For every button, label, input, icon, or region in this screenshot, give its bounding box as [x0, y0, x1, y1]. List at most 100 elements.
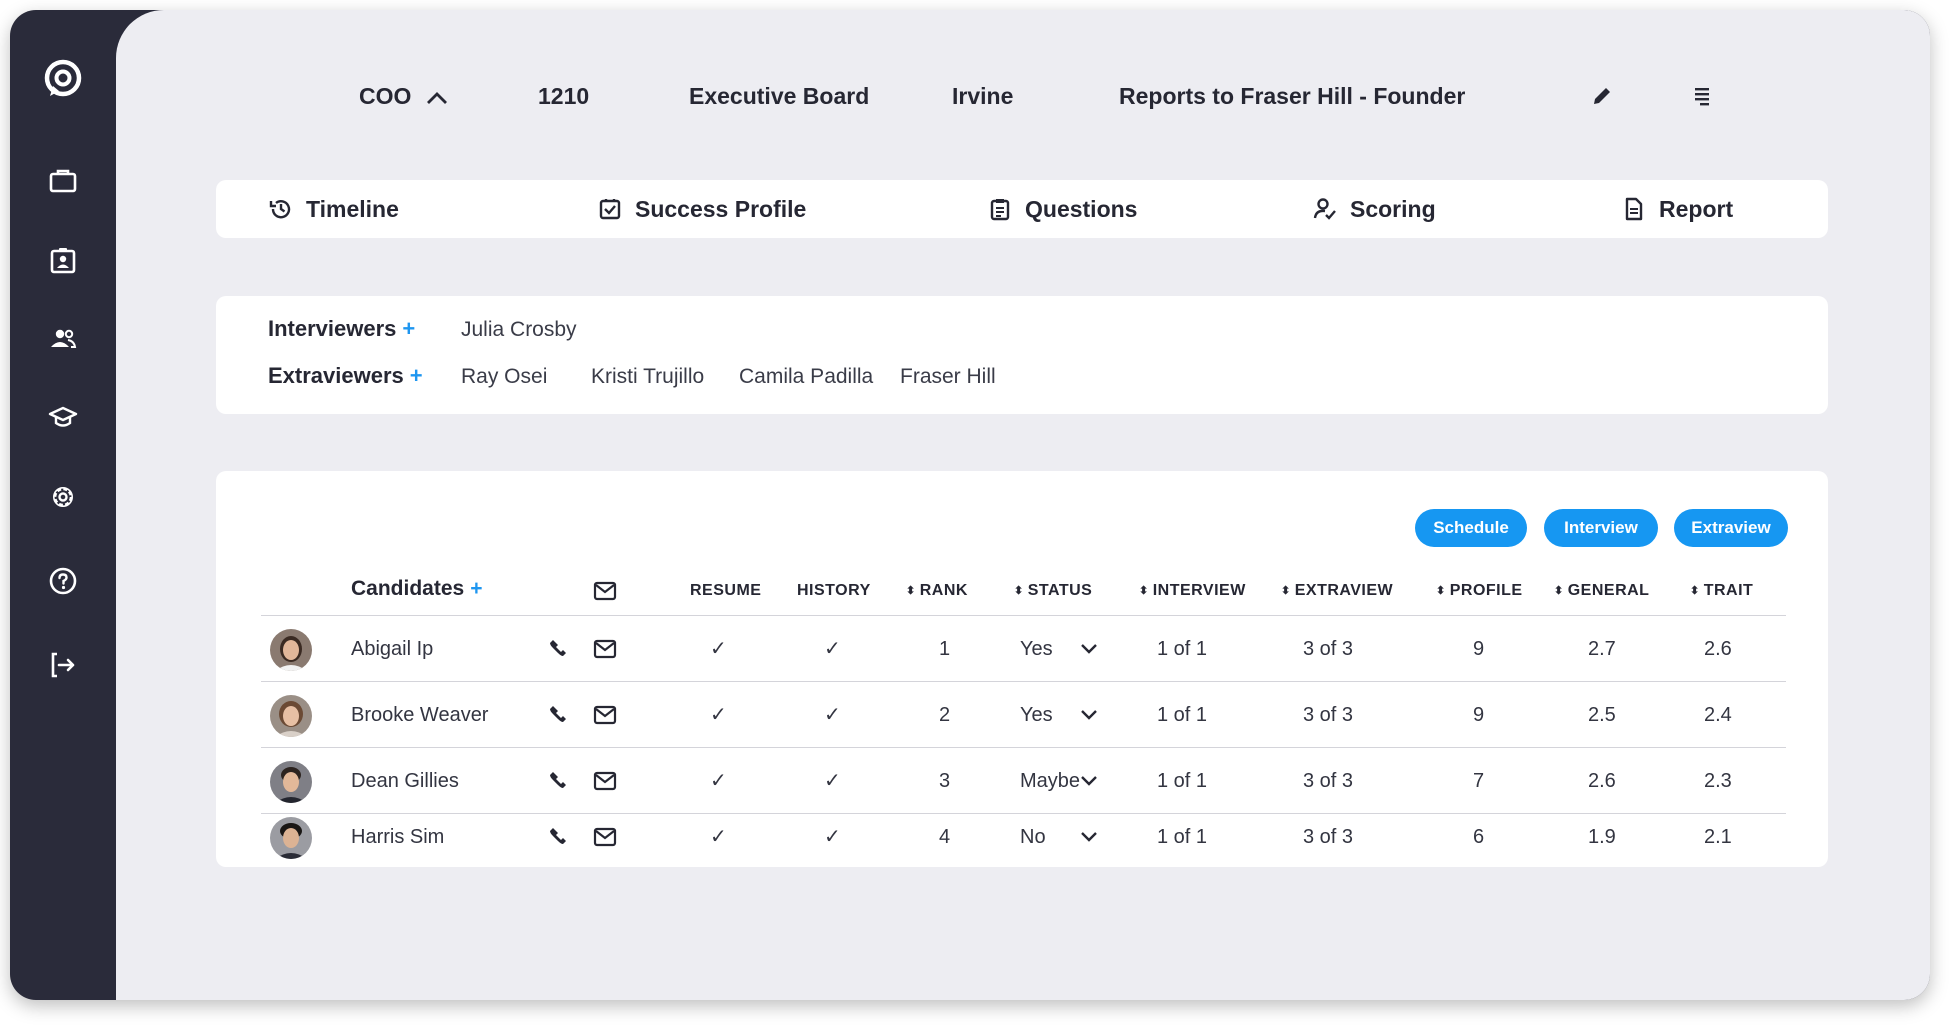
resume-check[interactable]: ✓ [710, 683, 727, 747]
clipboard-icon [990, 199, 1010, 221]
column-trait[interactable]: ⬍ TRAIT [1690, 576, 1753, 606]
mail-icon[interactable] [593, 769, 617, 793]
status-value[interactable]: Yes [1020, 683, 1053, 747]
candidate-name[interactable]: Harris Sim [351, 805, 444, 869]
candidate-name[interactable]: Dean Gillies [351, 749, 459, 813]
add-candidate-button[interactable]: + [470, 577, 482, 600]
row-divider [261, 747, 1786, 748]
avatar [270, 629, 312, 671]
candidates-card: Schedule Interview Extraview Candidates +… [216, 471, 1828, 867]
sort-icon: ⬍ [1281, 585, 1291, 597]
sidebar [10, 10, 116, 1000]
tab-timeline[interactable]: Timeline [268, 180, 399, 238]
tab-questions[interactable]: Questions [987, 180, 1137, 238]
chevron-down-icon[interactable] [1079, 639, 1099, 659]
interviewers-row-label: Interviewers + [268, 316, 415, 342]
sort-icon: ⬍ [1014, 585, 1024, 597]
resume-check[interactable]: ✓ [710, 805, 727, 869]
tab-bar: Timeline Success Profile Questions Scori… [216, 180, 1828, 238]
interviewer-name[interactable]: Julia Crosby [461, 318, 577, 342]
mail-all-icon[interactable] [593, 581, 617, 601]
resume-check[interactable]: ✓ [710, 749, 727, 813]
column-label: INTERVIEW [1152, 582, 1246, 600]
history-check[interactable]: ✓ [824, 749, 841, 813]
phone-icon[interactable] [547, 637, 571, 661]
add-extraviewer-button[interactable]: + [410, 363, 423, 388]
add-interviewer-button[interactable]: + [402, 316, 415, 341]
phone-icon[interactable] [547, 769, 571, 793]
candidates-header: Candidates + [351, 574, 482, 604]
sort-icon: ⬍ [906, 585, 916, 597]
users-icon[interactable] [40, 316, 86, 362]
sort-icon: ⬍ [1436, 585, 1446, 597]
general-value: 2.5 [1588, 704, 1616, 726]
gear-icon[interactable] [40, 474, 86, 520]
app-window: COO 1210 Executive Board Irvine Reports … [10, 10, 1930, 1000]
trait-value: 2.1 [1704, 826, 1732, 848]
status-value[interactable]: Maybe [1020, 749, 1080, 813]
column-rank[interactable]: ⬍ RANK [906, 576, 968, 606]
extraviewer-name[interactable]: Kristi Trujillo [591, 365, 704, 389]
phone-icon[interactable] [547, 825, 571, 849]
candidate-name[interactable]: Brooke Weaver [351, 683, 488, 747]
help-icon[interactable] [40, 558, 86, 604]
column-label: EXTRAVIEW [1294, 582, 1394, 600]
table-row[interactable]: Dean Gillies ✓ ✓ 3 Maybe 1 of 1 3 of 3 7… [216, 749, 1828, 813]
id-badge-icon[interactable] [40, 238, 86, 284]
history-icon [269, 200, 291, 219]
extraview-value: 3 of 3 [1303, 704, 1354, 726]
location: Irvine [952, 83, 1014, 109]
column-extraview[interactable]: ⬍ EXTRAVIEW [1281, 576, 1393, 606]
chat-logo-icon[interactable] [40, 56, 86, 102]
status-value[interactable]: No [1020, 805, 1046, 869]
extraviewer-name[interactable]: Ray Osei [461, 365, 547, 389]
list-document-icon[interactable] [1690, 84, 1714, 108]
job-header: COO 1210 Executive Board Irvine Reports … [116, 68, 1930, 124]
tab-success-profile[interactable]: Success Profile [597, 180, 806, 238]
interview-button[interactable]: Interview [1544, 509, 1658, 547]
candidate-name[interactable]: Abigail Ip [351, 617, 433, 681]
role-title[interactable]: COO [359, 68, 448, 124]
extraviewer-name[interactable]: Fraser Hill [900, 365, 996, 389]
interview-value: 1 of 1 [1157, 638, 1208, 660]
table-row[interactable]: Harris Sim ✓ ✓ 4 No 1 of 1 3 of 3 6 1.9 … [216, 815, 1828, 879]
extraviewer-name[interactable]: Camila Padilla [739, 365, 873, 389]
history-check[interactable]: ✓ [824, 617, 841, 681]
mail-icon[interactable] [593, 703, 617, 727]
history-check[interactable]: ✓ [824, 805, 841, 869]
chevron-down-icon[interactable] [1079, 771, 1099, 791]
tab-report[interactable]: Report [1621, 180, 1733, 238]
tab-scoring[interactable]: Scoring [1312, 180, 1436, 238]
graduation-cap-icon[interactable] [40, 394, 86, 440]
tab-label: Timeline [306, 195, 399, 222]
tab-label: Questions [1025, 195, 1138, 222]
column-label: GENERAL [1567, 582, 1650, 600]
table-row[interactable]: Brooke Weaver ✓ ✓ 2 Yes 1 of 1 3 of 3 9 … [216, 683, 1828, 747]
chevron-down-icon[interactable] [1079, 705, 1099, 725]
column-status[interactable]: ⬍ STATUS [1014, 576, 1092, 606]
mail-icon[interactable] [593, 825, 617, 849]
pencil-icon[interactable] [1590, 84, 1614, 108]
column-interview[interactable]: ⬍ INTERVIEW [1139, 576, 1246, 606]
role-label: COO [359, 83, 412, 109]
extraview-value: 3 of 3 [1303, 826, 1354, 848]
briefcase-icon[interactable] [40, 158, 86, 204]
chevron-down-icon[interactable] [1079, 827, 1099, 847]
logout-icon[interactable] [40, 642, 86, 688]
interview-value: 1 of 1 [1157, 826, 1208, 848]
phone-icon[interactable] [547, 703, 571, 727]
status-value[interactable]: Yes [1020, 617, 1053, 681]
table-row[interactable]: Abigail Ip ✓ ✓ 1 Yes 1 of 1 3 of 3 9 2.7… [216, 617, 1828, 681]
sort-icon: ⬍ [1554, 585, 1564, 597]
reviewers-panel: Interviewers + Julia Crosby Extraviewers +… [216, 296, 1828, 414]
mail-icon[interactable] [593, 637, 617, 661]
profile-value: 9 [1473, 638, 1485, 660]
profile-value: 9 [1473, 704, 1485, 726]
history-check[interactable]: ✓ [824, 683, 841, 747]
column-general[interactable]: ⬍ GENERAL [1554, 576, 1649, 606]
tab-label: Report [1659, 195, 1734, 222]
extraview-button[interactable]: Extraview [1674, 509, 1788, 547]
column-profile[interactable]: ⬍ PROFILE [1436, 576, 1523, 606]
resume-check[interactable]: ✓ [710, 617, 727, 681]
schedule-button[interactable]: Schedule [1415, 509, 1527, 547]
